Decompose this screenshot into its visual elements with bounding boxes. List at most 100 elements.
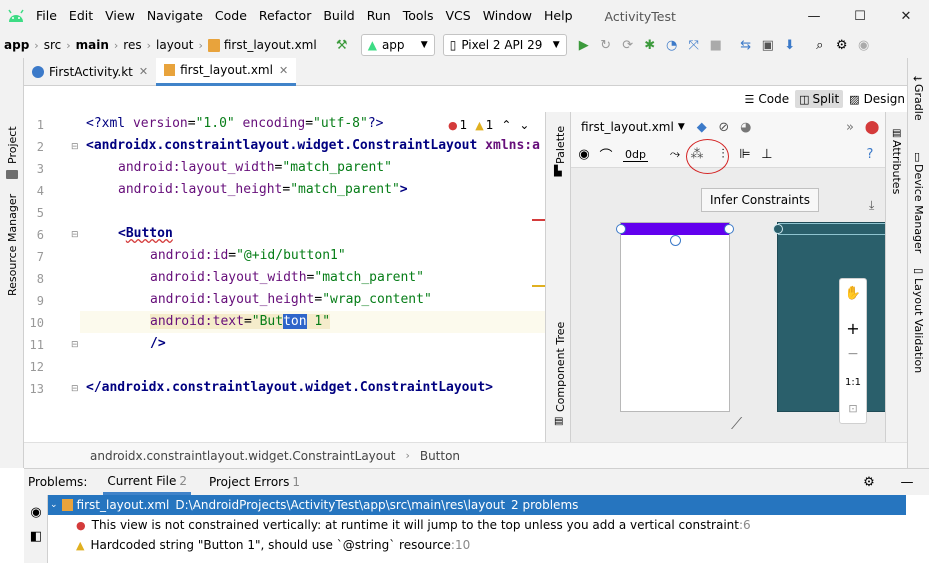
- hammer-build-icon[interactable]: ⚒: [331, 34, 353, 56]
- tab-first-layout[interactable]: first_layout.xml ✕: [156, 57, 297, 86]
- gear-icon[interactable]: ⚙: [858, 471, 880, 493]
- xml-file-icon: [164, 64, 176, 76]
- breadcrumb-file[interactable]: first_layout.xml: [224, 38, 317, 52]
- pack-icon[interactable]: ⊥: [756, 144, 778, 166]
- palette-tool-button[interactable]: Palette: [554, 126, 567, 164]
- apply-code-changes-icon[interactable]: ⟳: [617, 34, 639, 56]
- code-mode-button[interactable]: Code: [758, 92, 789, 106]
- zoom-out-button[interactable]: −: [840, 341, 866, 367]
- constraint-handle[interactable]: [773, 224, 783, 234]
- problem-file-name: first_layout.xml: [76, 498, 170, 512]
- gear-icon[interactable]: ⚙: [831, 34, 853, 56]
- preview-button[interactable]: [621, 223, 729, 235]
- line-gutter: 1 2 3 4 5 6 7 8 9 10 11 12 13 ⊟ ⊟ ⊟ ⊟: [24, 112, 80, 442]
- menu-tools[interactable]: Tools: [397, 0, 440, 32]
- attributes-tool-button[interactable]: Attributes: [890, 140, 903, 194]
- profile-icon[interactable]: ◔: [661, 34, 683, 56]
- sync-gradle-icon[interactable]: ⇆: [735, 34, 757, 56]
- default-margin-field[interactable]: 0dp: [623, 148, 648, 162]
- minimize-button[interactable]: —: [791, 0, 837, 32]
- tab-first-activity[interactable]: FirstActivity.kt ✕: [24, 58, 156, 86]
- breadcrumb-app[interactable]: app: [4, 38, 29, 52]
- breadcrumb-src[interactable]: src: [44, 38, 62, 52]
- clear-constraints-icon[interactable]: ⤳: [664, 144, 686, 166]
- breadcrumb-main[interactable]: main: [76, 38, 109, 52]
- breadcrumb-constraint-layout[interactable]: androidx.constraintlayout.widget.Constra…: [90, 449, 395, 463]
- menu-build[interactable]: Build: [317, 0, 360, 32]
- component-tree-tool-button[interactable]: Component Tree: [554, 322, 567, 412]
- project-tool-button[interactable]: Project: [6, 126, 19, 164]
- view-options-eye-icon[interactable]: ◉: [573, 144, 595, 166]
- menu-help[interactable]: Help: [538, 0, 579, 32]
- menu-file[interactable]: File: [32, 0, 63, 32]
- debug-icon[interactable]: ✱: [639, 34, 661, 56]
- chevron-up-icon[interactable]: ⌃: [501, 118, 511, 132]
- menu-view[interactable]: View: [99, 0, 141, 32]
- breadcrumb-res[interactable]: res: [123, 38, 141, 52]
- device-manager-tool-button[interactable]: Device Manager: [912, 164, 925, 253]
- breadcrumb-layout[interactable]: layout: [156, 38, 193, 52]
- constraint-handle[interactable]: [670, 235, 681, 246]
- menu-window[interactable]: Window: [477, 0, 538, 32]
- zoom-actual-size-button[interactable]: 1:1: [840, 369, 866, 395]
- more-chevron-icon[interactable]: »: [839, 116, 861, 138]
- zoom-in-button[interactable]: +: [840, 315, 866, 341]
- search-icon[interactable]: ⌕: [809, 34, 831, 56]
- close-icon[interactable]: ✕: [279, 64, 288, 77]
- menu-edit[interactable]: Edit: [63, 0, 99, 32]
- stop-icon[interactable]: ■: [705, 34, 727, 56]
- design-preview-frame[interactable]: [616, 222, 734, 412]
- preview-panel-icon[interactable]: ◧: [25, 525, 47, 547]
- tab-project-errors[interactable]: Project Errors 1: [205, 469, 304, 495]
- menu-refactor[interactable]: Refactor: [253, 0, 317, 32]
- layout-validation-tool-button[interactable]: Layout Validation: [912, 278, 925, 373]
- device-manager-icon[interactable]: ▣: [757, 34, 779, 56]
- menu-code[interactable]: Code: [209, 0, 253, 32]
- apply-changes-icon[interactable]: ↻: [595, 34, 617, 56]
- constraint-handle[interactable]: [724, 224, 734, 234]
- layout-file-select[interactable]: first_layout.xml: [581, 120, 674, 134]
- minimize-panel-icon[interactable]: —: [896, 471, 918, 493]
- split-mode-button[interactable]: ◫ Split: [795, 90, 844, 108]
- issues-error-icon[interactable]: ⬤: [861, 116, 883, 138]
- problem-item-error[interactable]: ● This view is not constrained verticall…: [76, 515, 751, 535]
- blueprint-preview-frame[interactable]: [773, 222, 885, 412]
- tab-current-file[interactable]: Current File 2: [103, 469, 191, 495]
- breadcrumb-button[interactable]: Button: [420, 449, 460, 463]
- orientation-icon[interactable]: ⊘: [713, 116, 735, 138]
- help-icon[interactable]: ?: [859, 144, 881, 166]
- canvas-resize-grip-icon[interactable]: ⟋: [731, 414, 742, 434]
- close-icon[interactable]: ✕: [139, 65, 148, 78]
- inspection-widget[interactable]: ● 1 ▲ 1 ⌃ ⌄: [448, 118, 529, 132]
- night-mode-icon[interactable]: ◕: [735, 116, 757, 138]
- layers-icon[interactable]: ◆: [691, 116, 713, 138]
- resize-handle-icon[interactable]: ⤓: [869, 198, 874, 213]
- device-select[interactable]: ▯ Pixel 2 API 29 ▼: [442, 34, 567, 56]
- attach-debugger-icon[interactable]: ⤧: [683, 34, 705, 56]
- align-icon[interactable]: ⊫: [734, 144, 756, 166]
- menu-navigate[interactable]: Navigate: [141, 0, 209, 32]
- pan-hand-icon[interactable]: ✋: [840, 279, 866, 307]
- constraint-handle[interactable]: [616, 224, 626, 234]
- gradle-tool-button[interactable]: Gradle: [912, 84, 925, 121]
- menu-run[interactable]: Run: [361, 0, 397, 32]
- run-config-select[interactable]: ▲ app ▼: [360, 34, 435, 56]
- eye-icon[interactable]: ◉: [25, 501, 47, 523]
- chevron-down-icon[interactable]: ⌄: [50, 500, 58, 510]
- design-surface[interactable]: first_layout.xml ▼ ◆ ⊘ ◕ » ⬤ ◉ ⌒ 0dp ⤳ ⁂…: [571, 112, 885, 442]
- problem-file-row[interactable]: ⌄ first_layout.xml D:\AndroidProjects\Ac…: [48, 495, 906, 515]
- chevron-down-icon[interactable]: ⌄: [519, 118, 529, 132]
- autoconnect-magnet-icon[interactable]: ⌒: [595, 144, 617, 166]
- problem-item-warning[interactable]: ▲ Hardcoded string "Button 1", should us…: [76, 535, 470, 555]
- problem-location: :10: [450, 538, 471, 552]
- resource-manager-tool-button[interactable]: Resource Manager: [6, 194, 19, 296]
- maximize-button[interactable]: ☐: [837, 0, 883, 32]
- menu-vcs[interactable]: VCS: [440, 0, 477, 32]
- close-window-button[interactable]: ✕: [883, 0, 929, 32]
- sdk-manager-icon[interactable]: ⬇: [779, 34, 801, 56]
- design-mode-button[interactable]: Design: [864, 92, 905, 106]
- account-icon[interactable]: ◉: [853, 34, 875, 56]
- zoom-to-fit-icon[interactable]: ⊡: [840, 395, 866, 421]
- run-icon[interactable]: ▶: [573, 34, 595, 56]
- code-editor[interactable]: 1 2 3 4 5 6 7 8 9 10 11 12 13 ⊟ ⊟ ⊟ ⊟ <?…: [24, 112, 545, 442]
